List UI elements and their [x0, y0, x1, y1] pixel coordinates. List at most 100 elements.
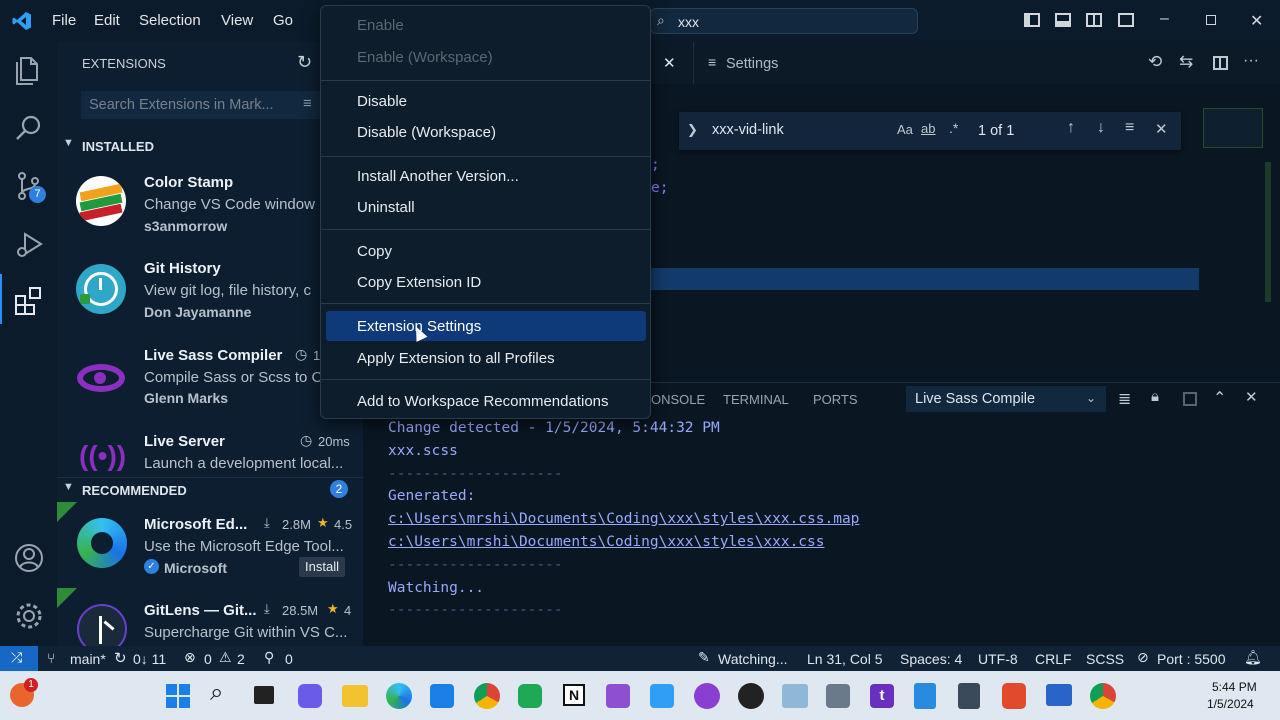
timeline-icon[interactable]: ⟲	[1148, 52, 1162, 72]
encoding[interactable]: UTF-8	[978, 651, 1018, 667]
clock-date[interactable]: 1/5/2024	[1207, 697, 1254, 711]
error-count[interactable]: 0	[204, 651, 212, 667]
restore-icon[interactable]	[1206, 15, 1216, 25]
figma-icon[interactable]	[1002, 683, 1026, 709]
clock-time[interactable]: 5:44 PM	[1212, 680, 1257, 694]
match-case-toggle[interactable]: Aa	[897, 122, 913, 137]
sass-watching[interactable]: Watching...	[718, 651, 788, 667]
run-debug-icon[interactable]	[13, 228, 45, 260]
extension-item-git-history[interactable]: Git History View git log, file history, …	[57, 256, 363, 336]
previous-match-icon[interactable]: ↑	[1067, 119, 1075, 137]
scrollbar[interactable]	[1265, 162, 1271, 302]
indentation[interactable]: Spaces: 4	[900, 651, 962, 667]
app-icon[interactable]	[738, 683, 764, 709]
explorer-icon[interactable]	[13, 54, 45, 86]
toggle-primary-sidebar-icon[interactable]	[1024, 13, 1040, 27]
menu-item-install-another-version[interactable]: Install Another Version...	[357, 168, 519, 185]
file-explorer-icon[interactable]	[342, 685, 368, 707]
customize-layout-icon[interactable]	[1118, 13, 1134, 27]
toggle-secondary-sidebar-icon[interactable]	[1086, 13, 1102, 27]
menu-item-apply-all-profiles[interactable]: Apply Extension to all Profiles	[357, 350, 555, 367]
installed-section-header[interactable]: ▼ INSTALLED	[57, 135, 363, 157]
menu-selection[interactable]: Selection	[139, 12, 201, 29]
line-ending[interactable]: CRLF	[1035, 651, 1072, 667]
tab-terminal[interactable]: TERMINAL	[723, 392, 789, 407]
vscode-taskbar-icon[interactable]	[650, 684, 674, 708]
calculator-icon[interactable]	[958, 683, 980, 709]
more-actions-icon[interactable]: ···	[1243, 52, 1259, 70]
output-link[interactable]: c:\Users\mrshi\Documents\Coding\xxx\styl…	[388, 511, 859, 527]
search-icon[interactable]	[13, 112, 45, 144]
menu-edit[interactable]: Edit	[94, 12, 120, 29]
taskbar-search-icon[interactable]: ⌕	[210, 679, 223, 707]
chrome-icon[interactable]	[474, 683, 500, 709]
tab-output[interactable]: ONSOLE	[651, 392, 705, 407]
menu-item-add-workspace-recommendations[interactable]: Add to Workspace Recommendations	[357, 393, 609, 410]
open-in-editor-icon[interactable]	[1183, 392, 1197, 406]
menu-item-extension-settings[interactable]: Extension Settings	[326, 311, 646, 341]
visual-studio-icon[interactable]	[606, 684, 630, 708]
edge-icon[interactable]	[386, 683, 412, 709]
extension-item-live-server[interactable]: ((•)) Live Server ◷ 20ms Launch a develo…	[57, 428, 363, 484]
menu-go[interactable]: Go	[273, 12, 293, 29]
settings-gear-icon[interactable]	[13, 600, 45, 632]
match-word-toggle[interactable]: ab	[921, 121, 935, 136]
maximize-panel-icon[interactable]: ⌃	[1213, 388, 1226, 408]
extension-item-edge-tools[interactable]: Microsoft Ed... ⤓ 2.8M ★ 4.5 Use the Mic…	[57, 502, 363, 592]
menu-item-disable-workspace[interactable]: Disable (Workspace)	[357, 124, 496, 141]
output-channel-select[interactable]: Live Sass Compile ⌄	[906, 386, 1106, 412]
sync-status[interactable]: 0↓ 11	[133, 651, 166, 667]
language-mode[interactable]: SCSS	[1086, 651, 1124, 667]
github-icon[interactable]	[694, 683, 720, 709]
tab-settings[interactable]: ≡ Settings	[693, 42, 829, 84]
extension-search-input[interactable]: Search Extensions in Mark... ≡	[81, 91, 321, 119]
command-center-search[interactable]: ⌕ xxx	[650, 8, 918, 34]
filter-icon[interactable]: ≡	[303, 95, 312, 112]
tab-ports[interactable]: PORTS	[813, 392, 858, 407]
store-icon[interactable]	[430, 684, 454, 708]
source-control-icon[interactable]: 7	[13, 170, 46, 203]
close-panel-icon[interactable]: ✕	[1245, 388, 1258, 406]
extension-item-live-sass[interactable]: Live Sass Compiler ◷ 1 Compile Sass or S…	[57, 342, 363, 422]
regex-toggle[interactable]: .*	[949, 120, 958, 136]
sync-icon[interactable]: ↻	[114, 649, 127, 667]
output-link[interactable]: c:\Users\mrshi\Documents\Coding\xxx\styl…	[388, 534, 825, 550]
refresh-icon[interactable]: ↻	[297, 52, 312, 73]
chat-app-icon[interactable]	[518, 684, 542, 708]
accounts-icon[interactable]	[13, 542, 45, 574]
find-input[interactable]: xxx-vid-link	[712, 122, 784, 138]
extension-item-color-stamp[interactable]: Color Stamp Change VS Code window s3anmo…	[57, 170, 363, 250]
menu-item-copy[interactable]: Copy	[357, 243, 392, 260]
close-window-icon[interactable]: ✕	[1250, 11, 1263, 31]
find-in-selection-icon[interactable]: ≡	[1125, 119, 1134, 137]
minimize-icon[interactable]: –	[1160, 10, 1169, 28]
recommended-section-header[interactable]: ▼ RECOMMENDED 2	[57, 477, 363, 499]
task-view-icon[interactable]	[254, 686, 274, 704]
text-app-icon[interactable]: t	[870, 684, 894, 708]
next-match-icon[interactable]: ↓	[1097, 119, 1105, 137]
powershell-icon[interactable]	[1046, 684, 1072, 706]
notepad-icon[interactable]	[914, 683, 936, 709]
menu-item-copy-extension-id[interactable]: Copy Extension ID	[357, 274, 481, 291]
ports-count[interactable]: 0	[285, 651, 293, 667]
close-find-icon[interactable]: ✕	[1155, 120, 1168, 138]
lock-icon[interactable]: 🔒︎	[1151, 388, 1159, 405]
notion-icon[interactable]: N	[563, 684, 585, 706]
toggle-panel-icon[interactable]	[1055, 13, 1071, 27]
paint-icon[interactable]	[782, 684, 808, 708]
tools-icon[interactable]	[826, 684, 850, 708]
chevron-right-icon[interactable]: ❯	[687, 122, 698, 138]
notifications-icon[interactable]: 🔔︎	[1244, 649, 1262, 666]
chrome-alt-icon[interactable]	[1090, 683, 1116, 709]
menu-view[interactable]: View	[221, 12, 253, 29]
close-tab-icon[interactable]: ✕	[663, 54, 676, 72]
split-editor-icon[interactable]	[1213, 56, 1228, 70]
cursor-position[interactable]: Ln 31, Col 5	[807, 651, 883, 667]
menu-item-disable[interactable]: Disable	[357, 93, 407, 110]
list-filter-icon[interactable]: ≣	[1118, 389, 1131, 409]
compare-changes-icon[interactable]: ⇆	[1179, 52, 1193, 72]
extensions-icon[interactable]	[13, 284, 45, 316]
live-server-port[interactable]: Port : 5500	[1157, 651, 1226, 667]
warning-count[interactable]: 2	[237, 651, 245, 667]
menu-item-uninstall[interactable]: Uninstall	[357, 199, 415, 216]
